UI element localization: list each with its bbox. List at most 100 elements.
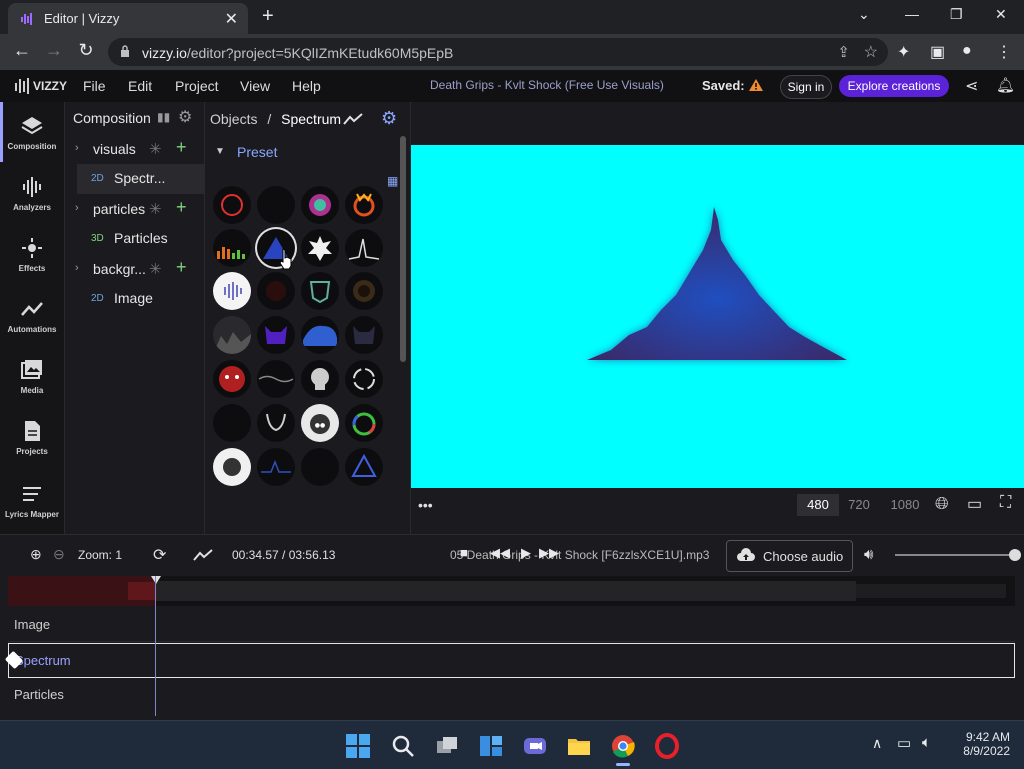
browser-tab[interactable]: Editor | Vizzy ✕ bbox=[8, 3, 248, 34]
tab-search-icon[interactable]: ⌄ bbox=[858, 6, 870, 23]
stop-icon[interactable]: ■ bbox=[460, 545, 468, 560]
chevron-right-icon[interactable]: › bbox=[75, 142, 79, 154]
preset-peak-line[interactable] bbox=[345, 229, 383, 267]
settings-gear-icon[interactable]: ⚙ bbox=[381, 108, 397, 129]
playhead-marker-icon[interactable] bbox=[151, 576, 161, 584]
preset-white-badge[interactable] bbox=[213, 448, 251, 486]
add-visual-icon[interactable]: + bbox=[176, 137, 187, 158]
rail-item-effects[interactable]: Effects bbox=[0, 236, 64, 273]
minimize-icon[interactable]: — bbox=[905, 6, 919, 22]
preset-white-splash[interactable] bbox=[301, 229, 339, 267]
group-effects-icon[interactable]: ✳ bbox=[149, 260, 162, 278]
notifications-bell-icon[interactable]: 🔔︎ bbox=[996, 76, 1015, 94]
picture-in-picture-icon[interactable]: ▭ bbox=[967, 494, 982, 514]
group-effects-icon[interactable]: ✳ bbox=[149, 140, 162, 158]
add-background-icon[interactable]: + bbox=[176, 257, 187, 278]
preset-skull[interactable] bbox=[301, 360, 339, 398]
preset-dark-3[interactable] bbox=[301, 448, 339, 486]
fast-forward-icon[interactable]: ▶▶ bbox=[539, 545, 559, 561]
preset-colorful-burst[interactable] bbox=[301, 186, 339, 224]
menu-view[interactable]: View bbox=[240, 78, 270, 94]
back-icon[interactable]: ← bbox=[10, 40, 34, 61]
menu-project[interactable]: Project bbox=[175, 78, 219, 94]
opera-icon[interactable] bbox=[654, 733, 680, 759]
preset-triangle[interactable] bbox=[345, 448, 383, 486]
chevron-right-icon[interactable]: › bbox=[75, 262, 79, 274]
group-particles[interactable]: particles bbox=[93, 201, 145, 217]
group-visuals[interactable]: visuals bbox=[93, 141, 136, 157]
profile-icon[interactable]: ● bbox=[962, 42, 972, 60]
url-field[interactable]: vizzy.io/editor?project=5KQlIZmKEtudk60M… bbox=[108, 38, 888, 66]
speaker-icon[interactable]: 🔈︎ bbox=[922, 734, 931, 751]
preview-canvas[interactable] bbox=[411, 145, 1024, 488]
group-background[interactable]: backgr... bbox=[93, 261, 146, 277]
sign-in-button[interactable]: Sign in bbox=[780, 75, 832, 99]
restore-icon[interactable]: ❐ bbox=[950, 6, 963, 23]
menu-help[interactable]: Help bbox=[292, 78, 321, 94]
taskbar-clock[interactable]: 9:42 AM 8/9/2022 bbox=[950, 730, 1010, 758]
rewind-icon[interactable]: ◀◀ bbox=[490, 545, 510, 561]
preset-horns[interactable] bbox=[257, 404, 295, 442]
rail-item-projects[interactable]: Projects bbox=[0, 419, 64, 456]
chrome-icon[interactable] bbox=[610, 733, 636, 759]
preset-dark-1[interactable] bbox=[257, 186, 295, 224]
bar-chart-icon[interactable]: ▮▮ bbox=[157, 110, 170, 124]
caret-down-icon[interactable]: ▼ bbox=[215, 146, 225, 157]
rail-item-media[interactable]: Media bbox=[0, 358, 64, 395]
volume-icon[interactable]: 🔊︎ bbox=[864, 546, 873, 563]
preset-scrollbar[interactable] bbox=[400, 136, 406, 362]
rail-item-composition[interactable]: Composition bbox=[0, 114, 64, 151]
rail-item-lyrics-mapper[interactable]: Lyrics Mapper bbox=[0, 482, 64, 519]
preset-grey-hills[interactable] bbox=[213, 316, 251, 354]
add-particles-icon[interactable]: + bbox=[176, 197, 187, 218]
quality-1080[interactable]: 1080 bbox=[883, 494, 927, 516]
explore-creations-button[interactable]: Explore creations bbox=[839, 75, 949, 97]
track-image[interactable]: Image bbox=[8, 608, 1015, 642]
close-window-icon[interactable]: ✕ bbox=[995, 6, 1007, 23]
preset-bear-face[interactable]: ●● bbox=[301, 404, 339, 442]
share-icon[interactable]: ⋖ bbox=[965, 76, 978, 96]
preset-bars[interactable] bbox=[213, 229, 251, 267]
preset-red-tiger[interactable] bbox=[213, 360, 251, 398]
new-tab-icon[interactable]: + bbox=[262, 5, 274, 28]
extensions-icon[interactable]: ✦ bbox=[897, 42, 910, 62]
teams-chat-icon[interactable] bbox=[522, 733, 548, 759]
sidebar-icon[interactable]: ▣ bbox=[930, 42, 945, 62]
search-icon[interactable] bbox=[390, 733, 416, 759]
settings-gear-icon[interactable]: ⚙ bbox=[178, 107, 192, 127]
network-icon[interactable]: ▭ bbox=[897, 734, 911, 752]
preset-purple-cat[interactable] bbox=[257, 316, 295, 354]
bookmark-star-icon[interactable]: ☆ bbox=[864, 42, 878, 62]
preset-brown-orb[interactable] bbox=[345, 272, 383, 310]
play-icon[interactable]: ▶ bbox=[521, 545, 531, 561]
preset-blue-line[interactable] bbox=[257, 448, 295, 486]
grid-view-icon[interactable]: ▦ bbox=[387, 174, 398, 188]
preset-fire-ring[interactable] bbox=[345, 186, 383, 224]
group-effects-icon[interactable]: ✳ bbox=[149, 200, 162, 218]
more-options-icon[interactable]: ••• bbox=[418, 497, 433, 513]
menu-edit[interactable]: Edit bbox=[128, 78, 152, 94]
preset-dark-red[interactable] bbox=[257, 272, 295, 310]
browser-menu-icon[interactable]: ⋮ bbox=[996, 42, 1012, 62]
preset-red-ring[interactable] bbox=[213, 186, 251, 224]
file-explorer-icon[interactable] bbox=[566, 733, 592, 759]
widgets-icon[interactable] bbox=[478, 733, 504, 759]
quality-720[interactable]: 720 bbox=[841, 494, 877, 516]
share-icon[interactable]: ⇪ bbox=[837, 43, 850, 61]
project-title[interactable]: Death Grips - Kvlt Shock (Free Use Visua… bbox=[430, 78, 664, 92]
track-spectrum[interactable]: Spectrum bbox=[8, 643, 1015, 678]
preset-blue-blob[interactable] bbox=[301, 316, 339, 354]
rail-item-analyzers[interactable]: Analyzers bbox=[0, 175, 64, 212]
windows-start-icon[interactable] bbox=[345, 733, 371, 759]
show-hidden-icons-icon[interactable]: ∧ bbox=[872, 735, 882, 752]
zoom-in-icon[interactable]: ⊕ bbox=[30, 546, 42, 563]
preset-white-wave[interactable] bbox=[213, 272, 251, 310]
volume-slider-track[interactable] bbox=[895, 554, 1015, 556]
globe-icon[interactable]: 🌐︎ bbox=[935, 494, 949, 514]
volume-slider-knob[interactable] bbox=[1009, 549, 1021, 561]
preset-dark-2[interactable] bbox=[213, 404, 251, 442]
layer-item-particles[interactable]: 3D Particles bbox=[77, 224, 204, 254]
preset-section-title[interactable]: Preset bbox=[237, 144, 277, 160]
layer-item-image[interactable]: 2D Image bbox=[77, 284, 204, 314]
track-particles[interactable]: Particles bbox=[8, 678, 1015, 711]
